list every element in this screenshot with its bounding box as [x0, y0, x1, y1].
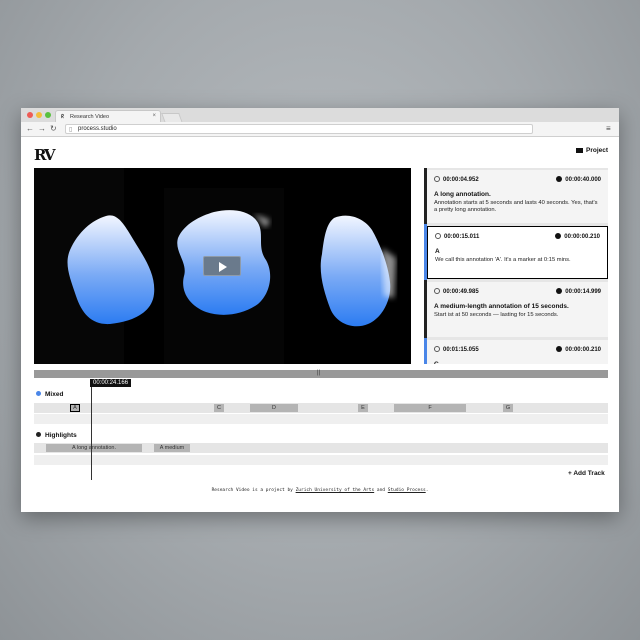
current-time: 00:00:24.166 [90, 379, 132, 387]
browser-window: ᖇ Research Video × ← → ↻ ▯ process.studi… [21, 108, 619, 512]
segment[interactable]: A [70, 404, 80, 412]
annotation-desc: Annotation starts at 5 seconds and lasts… [434, 200, 598, 213]
grip-icon: || [317, 370, 321, 376]
back-icon[interactable]: ← [26, 124, 34, 134]
menu-icon[interactable]: ≡ [606, 124, 611, 133]
segment[interactable]: C [214, 404, 224, 412]
annotation-desc: We call this annotation 'A'. It's a mark… [435, 257, 571, 263]
annotation-desc: Start ist at 50 seconds — lasting for 15… [434, 312, 559, 318]
track-name: Highlights [45, 432, 77, 439]
track-dot-icon [36, 432, 41, 437]
close-tab-icon[interactable]: × [152, 113, 156, 119]
video-player[interactable] [34, 168, 411, 364]
zhdk-link[interactable]: Zurich University of the Arts [296, 488, 375, 493]
footer-and: and [376, 488, 386, 493]
tab-title: Research Video [70, 114, 110, 120]
folder-icon [576, 147, 583, 153]
annotation-start: 00:01:15.055 [434, 346, 479, 353]
playhead[interactable] [91, 386, 92, 480]
favicon-icon: ᖇ [61, 114, 64, 120]
reload-icon[interactable]: ↻ [50, 124, 57, 134]
annotation-title: A long annotation. [434, 191, 491, 198]
annotation-card[interactable]: 00:00:49.985 00:00:14.999 A medium-length… [427, 282, 608, 337]
track-dot-icon [36, 391, 41, 396]
studio-process-link[interactable]: Studio Process [388, 488, 426, 493]
add-track-button[interactable]: + Add Track [568, 470, 605, 477]
annotation-duration: 00:00:40.000 [556, 176, 601, 183]
project-button[interactable]: Project [576, 147, 608, 154]
forward-icon[interactable]: → [38, 124, 46, 134]
track-name: Mixed [45, 391, 64, 398]
annotation-card[interactable]: 00:01:15.055 00:00:00.210 C [427, 340, 608, 364]
annotation-start: 00:00:04.952 [434, 176, 479, 183]
annotation-duration: 00:00:00.210 [556, 346, 601, 353]
annotation-title: A medium-length annotation of 15 seconds… [434, 303, 569, 310]
footer-suffix: . [425, 488, 429, 493]
annotation-title: A [435, 248, 440, 255]
annotation-list[interactable]: 00:00:04.952 00:00:40.000 A long annotati… [424, 168, 608, 364]
browser-tab[interactable]: ᖇ Research Video × [55, 110, 161, 122]
page-icon: ▯ [69, 127, 73, 133]
annotation-title: C [434, 361, 601, 364]
timeline[interactable]: Mixed A C D E F G Highlights A long anno… [34, 378, 608, 480]
play-button[interactable] [203, 256, 241, 276]
segment[interactable]: A long annotation. [46, 444, 142, 452]
play-icon [219, 262, 227, 272]
footer-prefix: Research Video is a project by [211, 488, 293, 493]
project-label: Project [586, 147, 609, 154]
segment[interactable]: D [250, 404, 298, 412]
maximize-window-button[interactable] [45, 112, 51, 118]
track-lane-empty [34, 455, 608, 465]
annotation-start: 00:00:49.985 [434, 288, 479, 295]
track-lane-highlights[interactable]: A long annotation. A medium [34, 443, 608, 453]
url-input[interactable]: ▯ process.studio [65, 124, 533, 134]
annotation-duration: 00:00:14.999 [556, 288, 601, 295]
segment[interactable]: F [394, 404, 466, 412]
annotation-duration: 00:00:00.210 [555, 233, 600, 240]
track-lane-mixed[interactable]: A C D E F G [34, 403, 608, 413]
close-window-button[interactable] [27, 112, 33, 118]
url-text: process.studio [78, 126, 117, 132]
footer: Research Video is a project by Zurich Un… [21, 488, 619, 493]
address-bar: ← → ↻ ▯ process.studio ≡ [21, 122, 619, 137]
annotation-card[interactable]: 00:00:04.952 00:00:40.000 A long annotati… [427, 170, 608, 223]
resize-handle[interactable]: || [34, 370, 608, 378]
annotation-start: 00:00:15.011 [435, 233, 479, 240]
segment[interactable]: G [503, 404, 513, 412]
track-label-highlights: Highlights [36, 432, 77, 439]
logo[interactable]: RV [34, 146, 56, 164]
annotation-card[interactable]: 00:00:15.011 00:00:00.210 A We call this … [427, 226, 608, 279]
minimize-window-button[interactable] [36, 112, 42, 118]
segment[interactable]: E [358, 404, 368, 412]
track-label-mixed: Mixed [36, 391, 63, 398]
segment[interactable]: A medium [154, 444, 190, 452]
track-lane-empty [34, 414, 608, 424]
tab-bar: ᖇ Research Video × [21, 108, 619, 123]
